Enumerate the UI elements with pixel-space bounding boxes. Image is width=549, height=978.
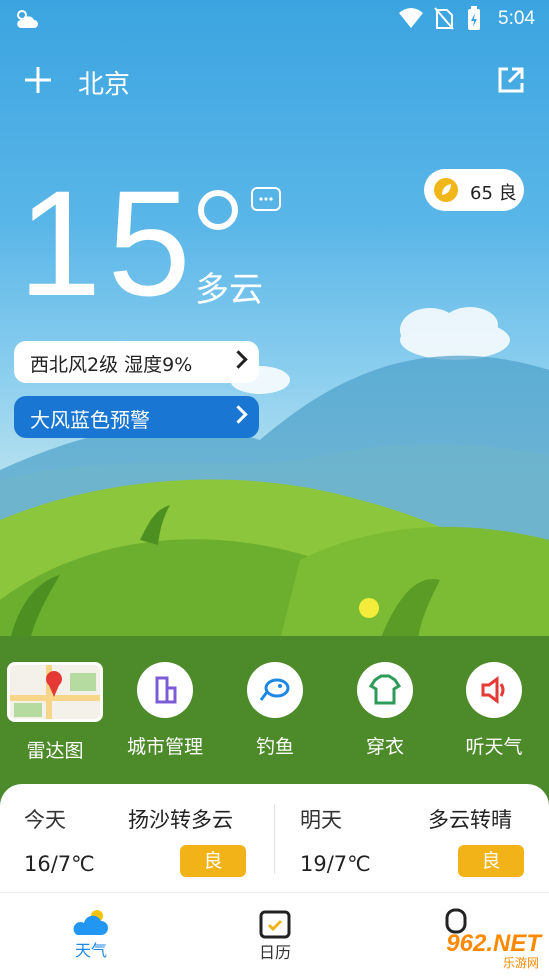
today-label: 今天 xyxy=(24,808,66,832)
tool-listen-weather[interactable]: 听天气 xyxy=(439,662,549,759)
wind-humidity-pill[interactable]: 西北风2级 湿度9% xyxy=(14,341,259,383)
chevron-right-icon xyxy=(229,350,248,369)
wifi-icon xyxy=(399,8,423,28)
battery-icon xyxy=(468,6,480,30)
forecast-divider xyxy=(274,804,275,874)
tool-label: 城市管理 xyxy=(126,736,203,758)
watermark-subtitle: 乐游网 xyxy=(502,956,539,970)
status-bar: 5:04 xyxy=(0,0,549,38)
city-name[interactable]: 北京 xyxy=(78,64,130,101)
calendar-icon xyxy=(259,910,291,939)
aqi-pill[interactable]: 65 良 xyxy=(424,169,524,211)
tomorrow-condition: 多云转晴 xyxy=(428,808,512,832)
tools-row: 雷达图 城市管理 钓鱼 穿衣 听天气 xyxy=(0,636,549,786)
nav-calendar[interactable]: 日历 xyxy=(225,907,325,963)
speaker-icon xyxy=(466,662,522,718)
chevron-right-icon xyxy=(229,405,248,424)
tool-label: 穿衣 xyxy=(365,736,404,758)
tomorrow-temp: 19/7℃ xyxy=(300,852,371,876)
temperature-value: 15 xyxy=(18,159,197,327)
degree-symbol xyxy=(198,190,238,230)
tool-label: 雷达图 xyxy=(26,740,84,762)
tomorrow-aqi-badge: 良 xyxy=(458,845,524,877)
tool-label: 钓鱼 xyxy=(255,736,294,758)
aqi-text: 65 良 xyxy=(470,183,517,204)
today-aqi-badge: 良 xyxy=(180,845,246,877)
fish-icon xyxy=(247,662,303,718)
weather-condition: 多云 xyxy=(195,270,263,310)
forecast-card: 今天 扬沙转多云 16/7℃ 良 明天 多云转晴 19/7℃ 良 xyxy=(0,784,549,892)
weather-status-icon xyxy=(17,10,38,28)
today-condition: 扬沙转多云 xyxy=(128,808,233,832)
tool-label: 听天气 xyxy=(465,736,523,758)
no-sim-icon xyxy=(434,7,454,30)
nav-label: 天气 xyxy=(74,941,107,960)
tool-radar[interactable]: 雷达图 xyxy=(0,662,110,763)
wind-humidity-label: 西北风2级 湿度9% xyxy=(30,354,193,376)
city-management-icon xyxy=(137,662,193,718)
tool-fishing[interactable]: 钓鱼 xyxy=(220,662,330,759)
share-icon[interactable] xyxy=(496,65,526,95)
warning-label: 大风蓝色预警 xyxy=(30,408,150,432)
shirt-icon xyxy=(357,662,413,718)
top-bar: 北京 xyxy=(0,52,549,108)
today-temp: 16/7℃ xyxy=(24,852,95,876)
tool-city-management[interactable]: 城市管理 xyxy=(110,662,220,759)
leaf-icon xyxy=(434,178,458,202)
status-time: 5:04 xyxy=(498,8,535,29)
weather-nav-icon xyxy=(73,910,108,935)
comment-icon[interactable] xyxy=(251,187,281,211)
tool-clothing[interactable]: 穿衣 xyxy=(330,662,440,759)
nav-label: 日历 xyxy=(258,943,291,962)
add-city-icon[interactable] xyxy=(24,66,52,94)
weather-warning-pill[interactable]: 大风蓝色预警 xyxy=(14,396,259,438)
tomorrow-label: 明天 xyxy=(300,808,342,832)
radar-map-icon xyxy=(7,662,103,722)
nav-weather[interactable]: 天气 xyxy=(41,907,141,961)
